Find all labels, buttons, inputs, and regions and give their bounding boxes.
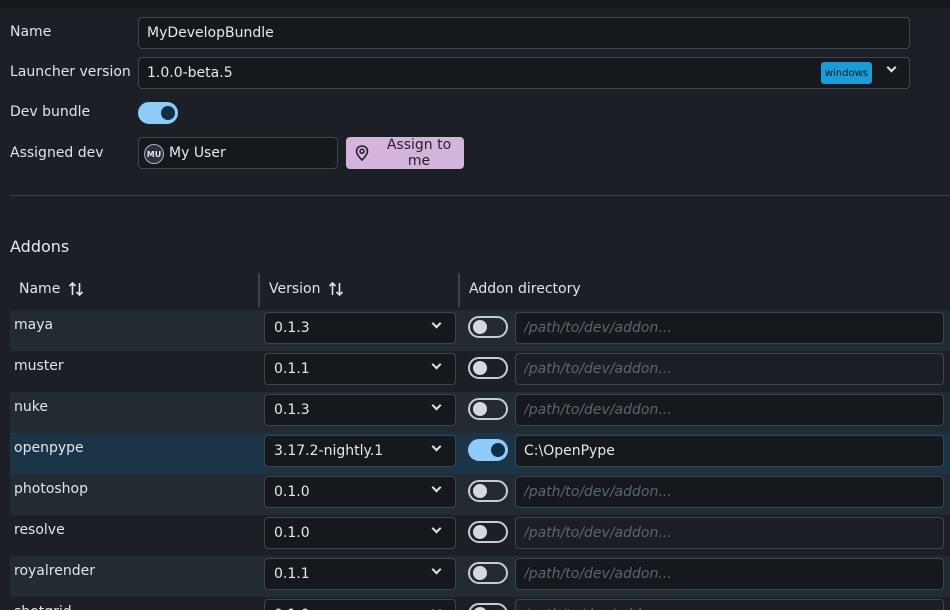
addon-version-value: 0.1.3 (274, 320, 310, 336)
section-divider (10, 195, 950, 196)
column-header-version[interactable]: Version (269, 281, 344, 297)
addon-dev-toggle[interactable] (468, 439, 508, 461)
chevron-down-icon[interactable] (431, 318, 442, 329)
addon-name: muster (14, 358, 64, 374)
addon-version-value: 0.1.3 (274, 402, 310, 418)
addon-row[interactable]: nuke 0.1.3 (10, 392, 950, 433)
column-header-label: Name (19, 281, 61, 297)
addon-directory-input[interactable] (515, 435, 944, 467)
name-input[interactable]: MyDevelopBundle (138, 17, 910, 49)
addon-row[interactable]: royalrender 0.1.1 (10, 556, 950, 597)
column-header-label: Addon directory (469, 281, 581, 297)
addon-row[interactable]: maya 0.1.3 (10, 310, 950, 351)
launcher-version-value: 1.0.0-beta.5 (147, 65, 233, 81)
column-header-label: Version (269, 281, 321, 297)
chevron-down-icon[interactable] (886, 62, 897, 73)
toggle-knob (473, 402, 487, 416)
addon-row[interactable]: photoshop 0.1.0 (10, 474, 950, 515)
addon-directory-input[interactable] (515, 394, 944, 426)
addon-name: photoshop (14, 481, 88, 497)
launcher-version-label: Launcher version (10, 64, 131, 80)
chevron-down-icon[interactable] (431, 605, 442, 610)
chevron-down-icon[interactable] (431, 482, 442, 493)
launcher-version-select[interactable]: 1.0.0-beta.5 windows (138, 57, 910, 89)
addons-title: Addons (10, 237, 70, 256)
addon-version-select[interactable]: 0.1.0 (264, 517, 456, 549)
assigned-dev-label: Assigned dev (10, 145, 104, 161)
assign-to-me-button[interactable]: Assign to me (346, 137, 464, 169)
chevron-down-icon[interactable] (431, 564, 442, 575)
addon-name: royalrender (14, 563, 95, 579)
chevron-down-icon[interactable] (431, 359, 442, 370)
addon-directory-input[interactable] (515, 599, 944, 610)
toggle-knob (473, 525, 487, 539)
addon-version-value: 0.1.1 (274, 566, 310, 582)
toggle-knob (161, 106, 175, 120)
addon-directory-input[interactable] (515, 312, 944, 344)
chevron-down-icon[interactable] (431, 400, 442, 411)
toggle-knob (473, 484, 487, 498)
column-header-addon-directory: Addon directory (469, 281, 581, 297)
dev-bundle-label: Dev bundle (10, 104, 91, 120)
assigned-dev-field[interactable]: MU My User (138, 137, 338, 169)
name-value: MyDevelopBundle (147, 25, 274, 41)
addon-dev-toggle[interactable] (468, 480, 508, 502)
assign-to-me-label: Assign to me (386, 137, 452, 169)
location-pin-icon (355, 145, 369, 161)
dev-bundle-toggle[interactable] (138, 102, 178, 124)
column-separator[interactable] (458, 273, 460, 307)
addon-row[interactable]: shotgrid 0.1.0 (10, 597, 950, 610)
addon-row[interactable]: muster 0.1.1 (10, 351, 950, 392)
name-label: Name (10, 24, 52, 40)
addon-version-select[interactable]: 0.1.0 (264, 599, 456, 610)
addon-dev-toggle[interactable] (468, 521, 508, 543)
addon-dev-toggle[interactable] (468, 316, 508, 338)
addon-name: maya (14, 317, 54, 333)
addon-name: nuke (14, 399, 48, 415)
addon-version-value: 0.1.0 (274, 525, 310, 541)
addon-dev-toggle[interactable] (468, 562, 508, 584)
sort-icon[interactable] (328, 281, 344, 297)
addon-row[interactable]: openpype 3.17.2-nightly.1 (10, 433, 950, 474)
toggle-knob (491, 443, 505, 457)
addon-dev-toggle[interactable] (468, 357, 508, 379)
assigned-user-name: My User (169, 145, 226, 161)
addon-directory-input[interactable] (515, 476, 944, 508)
addon-row[interactable]: resolve 0.1.0 (10, 515, 950, 556)
addon-directory-input[interactable] (515, 558, 944, 590)
addon-name: shotgrid (14, 604, 72, 610)
addon-name: openpype (14, 440, 84, 456)
avatar: MU (144, 144, 164, 164)
toggle-knob (473, 361, 487, 375)
addon-directory-input[interactable] (515, 353, 944, 385)
chevron-down-icon[interactable] (431, 441, 442, 452)
addon-version-value: 0.1.1 (274, 361, 310, 377)
addon-dev-toggle[interactable] (468, 398, 508, 420)
column-header-name[interactable]: Name (19, 281, 84, 297)
addon-version-select[interactable]: 0.1.0 (264, 476, 456, 508)
sort-icon[interactable] (68, 281, 84, 297)
column-separator[interactable] (258, 273, 260, 307)
toggle-knob (473, 566, 487, 580)
addon-version-select[interactable]: 0.1.3 (264, 312, 456, 344)
platform-badge: windows (820, 62, 872, 84)
toggle-knob (473, 320, 487, 334)
addon-version-select[interactable]: 0.1.1 (264, 558, 456, 590)
addon-version-value: 0.1.0 (274, 484, 310, 500)
top-bar (0, 0, 950, 8)
addon-version-select[interactable]: 0.1.3 (264, 394, 456, 426)
addon-dev-toggle[interactable] (468, 603, 508, 610)
addon-directory-input[interactable] (515, 517, 944, 549)
chevron-down-icon[interactable] (431, 523, 442, 534)
addon-version-value: 3.17.2-nightly.1 (274, 443, 384, 459)
addon-version-select[interactable]: 0.1.1 (264, 353, 456, 385)
addon-version-select[interactable]: 3.17.2-nightly.1 (264, 435, 456, 467)
addon-name: resolve (14, 522, 65, 538)
